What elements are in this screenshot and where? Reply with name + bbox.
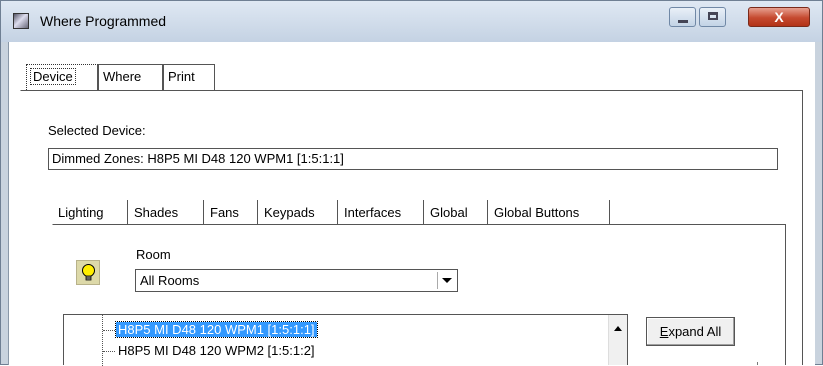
tree-item-label: H8P5 MI D48 120 WPM1 [1:5:1:1]	[115, 321, 318, 338]
tab-where[interactable]: Where	[98, 64, 163, 90]
expand-all-label: xpand All	[668, 324, 722, 339]
room-label: Room	[136, 247, 171, 262]
tab-global[interactable]: Global	[424, 200, 488, 225]
close-button[interactable]: X	[748, 7, 810, 27]
lightbulb-icon-graphic	[82, 264, 95, 281]
room-dropdown-button[interactable]	[437, 272, 455, 289]
panel-border	[802, 90, 803, 365]
scroll-up-icon[interactable]	[614, 326, 622, 331]
tab-where-label: Where	[103, 69, 142, 84]
tab-global-buttons-label: Global Buttons	[494, 205, 580, 220]
tab-device-label: Device	[30, 68, 76, 85]
tab-print-label: Print	[168, 69, 195, 84]
selected-device-field[interactable]: Dimmed Zones: H8P5 MI D48 120 WPM1 [1:5:…	[48, 148, 778, 170]
expand-all-button[interactable]: Expand All	[646, 317, 735, 346]
maximize-button[interactable]	[699, 7, 726, 27]
room-select[interactable]: All Rooms	[135, 269, 458, 292]
tab-keypads[interactable]: Keypads	[258, 200, 338, 225]
minimize-button[interactable]	[669, 7, 696, 27]
lightbulb-icon	[76, 260, 100, 285]
tree-connector	[103, 330, 115, 332]
device-tree[interactable]: H8P5 MI D48 120 WPM1 [1:5:1:1] H8P5 MI D…	[63, 314, 628, 366]
tab-global-buttons[interactable]: Global Buttons	[488, 200, 610, 225]
tree-scrollbar[interactable]	[608, 315, 627, 365]
tree-connector	[103, 351, 115, 353]
tab-global-label: Global	[430, 205, 468, 220]
maximize-icon	[708, 12, 718, 20]
close-icon: X	[774, 9, 784, 25]
minimize-icon	[678, 20, 688, 23]
window-title: Where Programmed	[40, 13, 167, 29]
tab-print[interactable]: Print	[163, 64, 215, 90]
tab-interfaces[interactable]: Interfaces	[338, 200, 424, 225]
tab-device[interactable]: Device	[26, 64, 98, 90]
tree-item[interactable]: H8P5 MI D48 120 WPM2 [1:5:1:2]	[103, 342, 317, 360]
tab-lighting[interactable]: Lighting	[52, 200, 128, 225]
chevron-down-icon	[441, 278, 452, 283]
selected-device-label: Selected Device:	[48, 123, 146, 138]
tab-shades[interactable]: Shades	[128, 200, 204, 225]
tab-keypads-label: Keypads	[264, 205, 315, 220]
tree-item[interactable]: H8P5 MI D48 120 WPM1 [1:5:1:1]	[103, 321, 318, 339]
tab-lighting-label: Lighting	[58, 205, 104, 220]
tab-interfaces-label: Interfaces	[344, 205, 402, 220]
tab-fans[interactable]: Fans	[204, 200, 258, 225]
app-icon[interactable]	[13, 13, 29, 29]
room-select-value: All Rooms	[140, 273, 200, 288]
tree-item-label: H8P5 MI D48 120 WPM2 [1:5:1:2]	[118, 343, 315, 358]
tab-fans-label: Fans	[210, 205, 239, 220]
tab-shades-label: Shades	[134, 205, 179, 220]
inner-panel-border	[785, 224, 786, 365]
